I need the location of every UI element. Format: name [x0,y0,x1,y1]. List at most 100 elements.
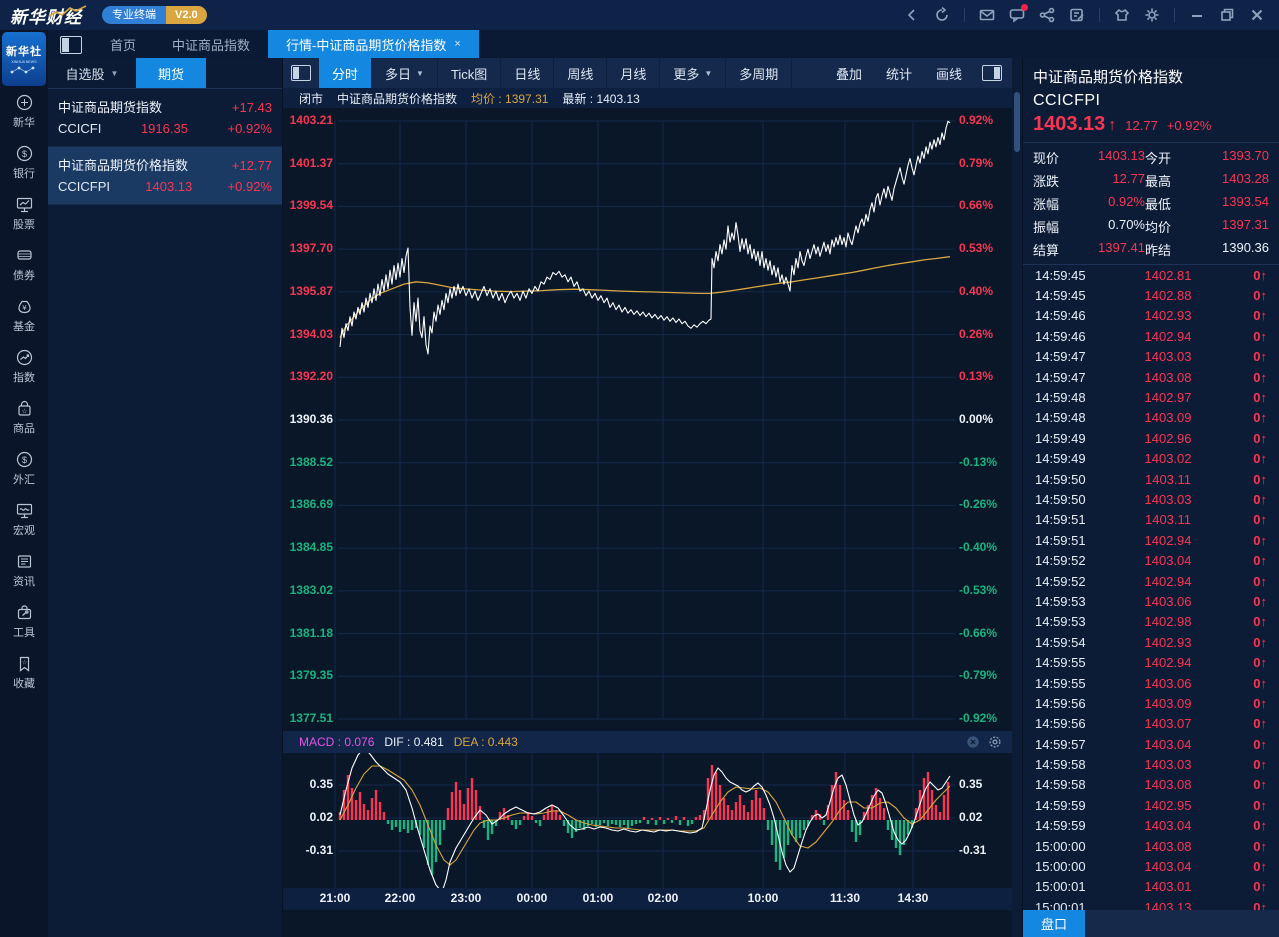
sidebar-item-news[interactable]: 资讯 [0,545,48,596]
tick-time: 14:59:55 [1035,675,1086,691]
tab-quote-ccicfpi[interactable]: 行情-中证商品期货价格指数 × [268,30,479,58]
refresh-icon[interactable] [934,6,950,23]
tick-row: 14:59:58 1403.08 0↑ [1023,775,1279,795]
sidebar-item-stock[interactable]: 股票 [0,188,48,239]
period-button-weekly[interactable]: 周线 [554,58,608,88]
settings-gear-icon[interactable] [1144,7,1160,23]
close-circle-icon[interactable] [966,735,980,749]
period-button-monthly[interactable]: 月线 [607,58,661,88]
divider [964,8,965,22]
quote-title: 中证商品期货价格指数 [1033,69,1184,86]
quote-last-row: 1403.13 ↑ 12.77 +0.92% [1023,110,1279,143]
notes-icon[interactable] [1069,7,1085,23]
tick-price: 1402.95 [1144,797,1192,813]
sidebar-item-label: 基金 [13,321,35,333]
time-axis: 21:00 22:00 23:00 00:00 01:00 02:00 10:00 11:30… [283,888,1012,910]
tool-button-stats[interactable]: 统计 [874,64,924,83]
xinhua-seal-icon [16,94,32,111]
tick-volume: 0↑ [1253,369,1267,385]
tab-csi-commodity-index[interactable]: 中证商品指数 [154,30,268,58]
mail-icon[interactable] [979,7,995,23]
macd-pane[interactable]: 0.35 0.35 0.02 0.02 -0.31 -0.31 [283,753,1012,888]
period-button-daily[interactable]: 日线 [501,58,555,88]
tick-time: 15:00:00 [1035,859,1086,875]
tick-price: 1403.08 [1144,838,1192,854]
tick-price: 1403.01 [1144,879,1192,895]
indicator-settings-gear-icon[interactable] [988,735,1002,749]
watchlist-dropdown-tab[interactable]: 自选股 ▼ [48,58,136,88]
share-icon[interactable] [1039,7,1055,23]
pct-axis-label: -0.66% [959,625,998,640]
stat-label: 昨结 [1145,243,1172,258]
tick-time: 14:59:56 [1035,716,1086,732]
tab-home[interactable]: 首页 [92,30,154,58]
tab-close-icon[interactable]: × [454,38,460,50]
stat-value: 0.92% [1108,194,1145,209]
stat-label: 现价 [1033,151,1060,166]
macd-header: MACD : 0.076 DIF : 0.481 DEA : 0.443 [283,731,1012,753]
futures-tab[interactable]: 期货 [136,58,206,88]
tick-price: 1402.88 [1144,288,1192,304]
quote-last-price: 1403.13 [1033,113,1106,135]
time-axis-label: 11:30 [829,891,861,905]
tick-row: 14:59:59 1403.04 0↑ [1023,816,1279,836]
sidebar-item-favorites[interactable]: ☆ 收藏 [0,647,48,698]
tick-row: 14:59:51 1402.94 0↑ [1023,530,1279,550]
pct-axis-label: -0.79% [959,668,998,683]
pct-axis-label: 0.53% [959,241,994,256]
price-axis-label: 1379.35 [289,668,333,683]
sidebar-item-xinhua[interactable]: 新华 [0,86,48,137]
restore-icon[interactable] [1219,7,1235,23]
sidebar-item-forex[interactable]: $ 外汇 [0,443,48,494]
tick-volume: 0↑ [1253,818,1267,834]
sidebar-item-bank[interactable]: $ 银行 [0,137,48,188]
period-button-duori[interactable]: 多日 ▼ [372,58,438,88]
order-book-button[interactable]: 盘口 [1023,910,1085,937]
instrument-name: 中证商品期货价格指数 [337,91,458,106]
close-icon[interactable] [1249,7,1265,23]
period-label: Tick图 [450,66,488,82]
tick-row: 14:59:47 1403.03 0↑ [1023,347,1279,367]
intraday-price-chart[interactable]: 1403.21 0.92% 1401.37 0.79% 1399.54 0.66% 1397… [283,108,1012,731]
tick-row: 14:59:46 1402.93 0↑ [1023,306,1279,326]
sidebar-item-commodity[interactable]: ☆ 商品 [0,392,48,443]
scrollbar-thumb[interactable] [1014,92,1020,152]
stat-label: 均价 [1145,220,1172,235]
theme-shirt-icon[interactable] [1114,7,1130,23]
period-button-fenshi[interactable]: 分时 [319,58,373,88]
right-panel-toggle-icon[interactable] [982,65,1002,81]
tick-volume: 0↑ [1253,267,1267,283]
minimize-icon[interactable] [1189,7,1205,23]
price-axis-label: 1381.18 [289,625,333,640]
stock-monitor-icon [16,197,32,213]
left-panel-toggle-icon[interactable] [291,65,311,81]
watchlist-row-ccicfpi[interactable]: 中证商品期货价格指数 +12.77 CCICFPI 1403.13 +0.92% [48,147,282,205]
pct-axis-label: -0.26% [959,497,998,512]
sidebar-item-bond[interactable]: 债券 [0,239,48,290]
xinhua-finance-logo: 新华财经 [10,3,88,28]
tool-button-overlay[interactable]: 叠加 [824,64,874,83]
sidebar-item-macro[interactable]: 宏观 [0,494,48,545]
chevron-down-icon: ▼ [416,68,424,78]
tool-button-drawline[interactable]: 画线 [924,64,974,83]
vertical-scrollbar[interactable] [1012,58,1022,937]
sidebar-item-index[interactable]: 指数 [0,341,48,392]
tick-row: 14:59:47 1403.08 0↑ [1023,367,1279,387]
period-button-tick[interactable]: Tick图 [438,58,502,88]
sidebar-item-fund[interactable]: ¥ 基金 [0,290,48,341]
pct-axis-label: 0.40% [959,283,994,298]
back-icon[interactable] [904,7,920,23]
chevron-down-icon: ▼ [704,68,713,78]
tick-time: 14:59:58 [1035,777,1086,793]
watchlist-row-ccicfi[interactable]: 中证商品期货指数 +17.43 CCICFI 1916.35 +0.92% [48,89,282,147]
nav-sidebar: 新华社 XINHUA NEWS 新华 $ 银行 股票 债券 ¥ 基金 指数 ☆ 商品 $ 外汇 宏观 资讯… [0,30,48,937]
sidebar-item-tools[interactable]: 工具 [0,596,48,647]
period-button-multi[interactable]: 多周期 [726,58,793,88]
sidebar-toggle-icon[interactable] [60,36,82,54]
chat-icon[interactable] [1009,4,1028,23]
xinhua-news-logo[interactable]: 新华社 XINHUA NEWS [2,32,46,86]
period-button-more[interactable]: 更多 ▼ [660,58,727,88]
tick-volume: 0↑ [1253,573,1267,589]
tick-list[interactable]: 14:59:45 1402.81 0↑ 14:59:45 1402.88 0↑ 14:59:… [1023,265,1279,920]
price-axis-label: 1388.52 [289,454,333,469]
